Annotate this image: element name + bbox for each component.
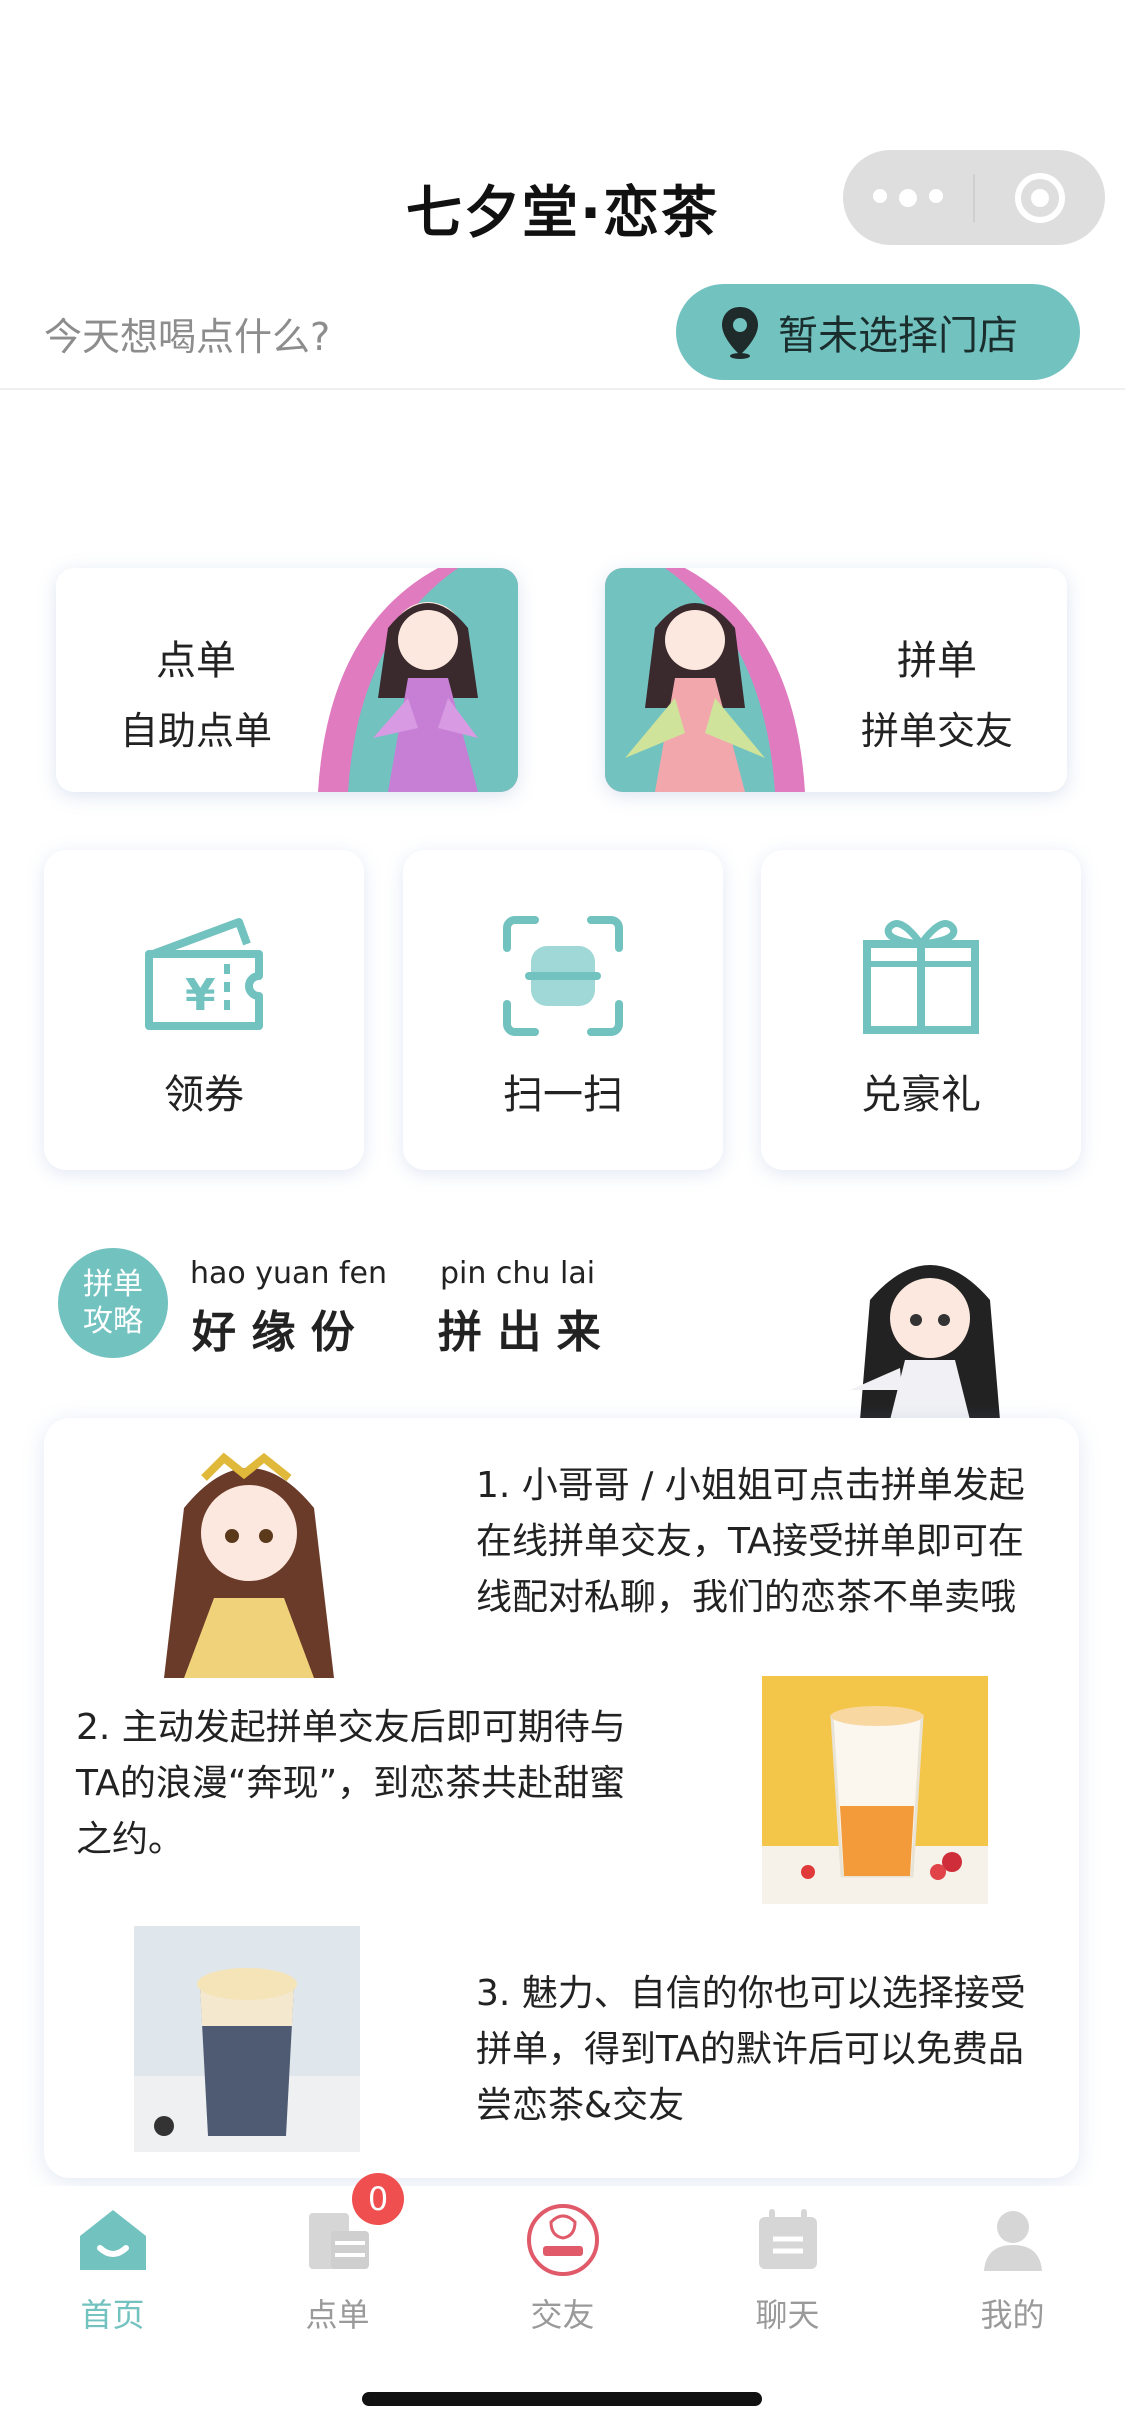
tab-label: 首页 bbox=[80, 2296, 145, 2334]
step-2-text: 2. 主动发起拼单交友后即可期待与TA的浪漫“奔现”，到恋茶共赴甜蜜之约。 bbox=[76, 1707, 626, 1860]
more-icon[interactable] bbox=[843, 188, 973, 207]
scan-icon bbox=[403, 914, 723, 1038]
chat-icon bbox=[675, 2200, 900, 2280]
profile-icon bbox=[900, 2200, 1125, 2280]
gift-label: 兑豪礼 bbox=[861, 1072, 981, 1118]
milk-tea-photo bbox=[134, 1926, 360, 2152]
order-card-subtitle: 自助点单 bbox=[119, 709, 272, 753]
strategy-badge-line: 攻略 bbox=[83, 1304, 143, 1339]
tab-order[interactable]: 点单 bbox=[225, 2200, 450, 2336]
character-illustration bbox=[318, 568, 518, 792]
slogan-pinyin: hao yuan fen bbox=[190, 1256, 388, 1291]
select-store-label: 暂未选择门店 bbox=[778, 313, 1018, 359]
coupon-tile[interactable]: ¥ 领券 bbox=[44, 850, 364, 1170]
strategy-panel: 1. 小哥哥 / 小姐姐可点击拼单发起在线拼单交友，TA接受拼单即可在线配对私聊… bbox=[44, 1418, 1079, 2178]
character-illustration bbox=[850, 1265, 1000, 1420]
search-prompt[interactable]: 今天想喝点什么? bbox=[44, 306, 330, 361]
order-icon bbox=[225, 2200, 450, 2280]
scan-label: 扫一扫 bbox=[503, 1072, 623, 1118]
order-card[interactable]: 点单 自助点单 bbox=[56, 568, 518, 792]
gift-icon bbox=[761, 914, 1081, 1038]
love-tea-logo-icon bbox=[450, 2200, 675, 2280]
mini-program-capsule[interactable] bbox=[843, 150, 1105, 245]
close-target-icon[interactable] bbox=[975, 171, 1105, 225]
home-indicator[interactable] bbox=[362, 2392, 762, 2406]
svg-text:¥: ¥ bbox=[185, 970, 216, 1021]
slogan-pinyin: pin chu lai bbox=[440, 1256, 596, 1291]
coupon-label: 领券 bbox=[164, 1072, 244, 1118]
location-pin-icon bbox=[722, 307, 758, 359]
group-order-card-subtitle: 拼单交友 bbox=[860, 709, 1013, 753]
tab-profile[interactable]: 我的 bbox=[900, 2200, 1125, 2336]
slogan-text: 好 缘 份 bbox=[192, 1307, 355, 1358]
select-store-button[interactable]: 暂未选择门店 bbox=[676, 284, 1080, 380]
scan-tile[interactable]: 扫一扫 bbox=[403, 850, 723, 1170]
header-divider bbox=[0, 388, 1125, 390]
slogan-text: 拼 出 来 bbox=[438, 1307, 601, 1358]
tab-label: 我的 bbox=[980, 2296, 1045, 2334]
coupon-icon: ¥ bbox=[44, 914, 364, 1034]
tab-chat[interactable]: 聊天 bbox=[675, 2200, 900, 2336]
home-icon bbox=[0, 2200, 225, 2280]
character-illustration bbox=[164, 1452, 334, 1678]
tab-label: 点单 bbox=[305, 2296, 370, 2334]
character-illustration bbox=[605, 568, 805, 792]
gift-tile[interactable]: 兑豪礼 bbox=[761, 850, 1081, 1170]
tab-label: 聊天 bbox=[755, 2296, 820, 2334]
strategy-badge-line: 拼单 bbox=[83, 1266, 143, 1302]
cart-count-badge: 0 bbox=[352, 2173, 404, 2225]
group-order-card[interactable]: 拼单 拼单交友 bbox=[605, 568, 1067, 792]
step-3-text: 3. 魅力、自信的你也可以选择接受拼单，得到TA的默许后可以免费品尝恋茶&交友 bbox=[476, 1973, 1026, 2126]
step-1-text: 1. 小哥哥 / 小姐姐可点击拼单发起在线拼单交友，TA接受拼单即可在线配对私聊… bbox=[476, 1465, 1025, 1618]
tab-home[interactable]: 首页 bbox=[0, 2200, 225, 2336]
strategy-badge: 拼单 攻略 bbox=[58, 1248, 168, 1358]
tab-friends[interactable]: 交友 bbox=[450, 2200, 675, 2336]
milk-tea-photo bbox=[762, 1676, 988, 1904]
tab-label: 交友 bbox=[530, 2296, 595, 2334]
group-order-card-title: 拼单 bbox=[897, 638, 977, 684]
order-card-title: 点单 bbox=[156, 638, 236, 684]
